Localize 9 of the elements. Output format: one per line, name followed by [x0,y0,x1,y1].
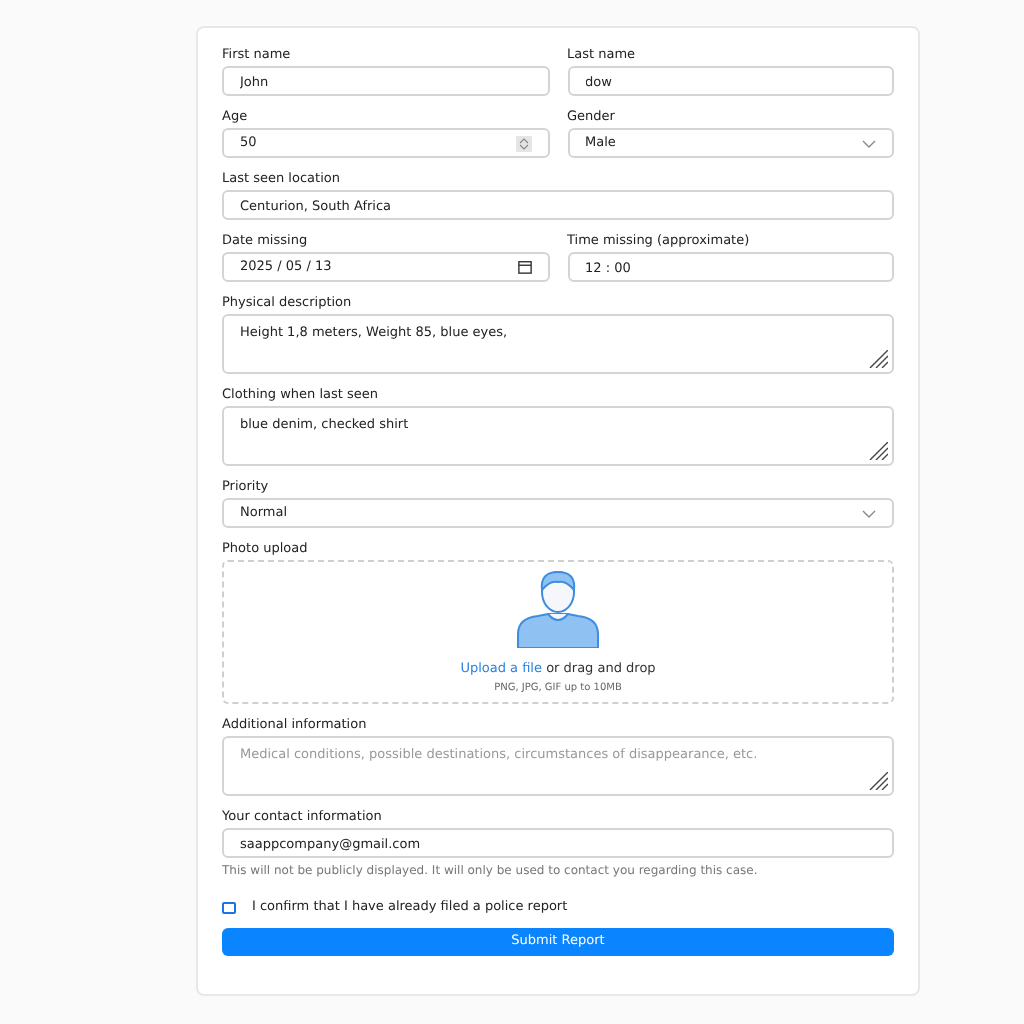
resize-handle-icon[interactable] [866,350,888,368]
spinner-icon[interactable] [515,135,531,151]
person-icon [512,567,604,648]
checkbox[interactable] [222,901,236,913]
resize-handle-icon[interactable] [866,442,888,460]
resize-handle-icon[interactable] [866,772,888,790]
chevron-down-icon [862,139,876,147]
calendar-icon[interactable] [517,260,531,274]
chevron-down-icon [862,509,876,517]
